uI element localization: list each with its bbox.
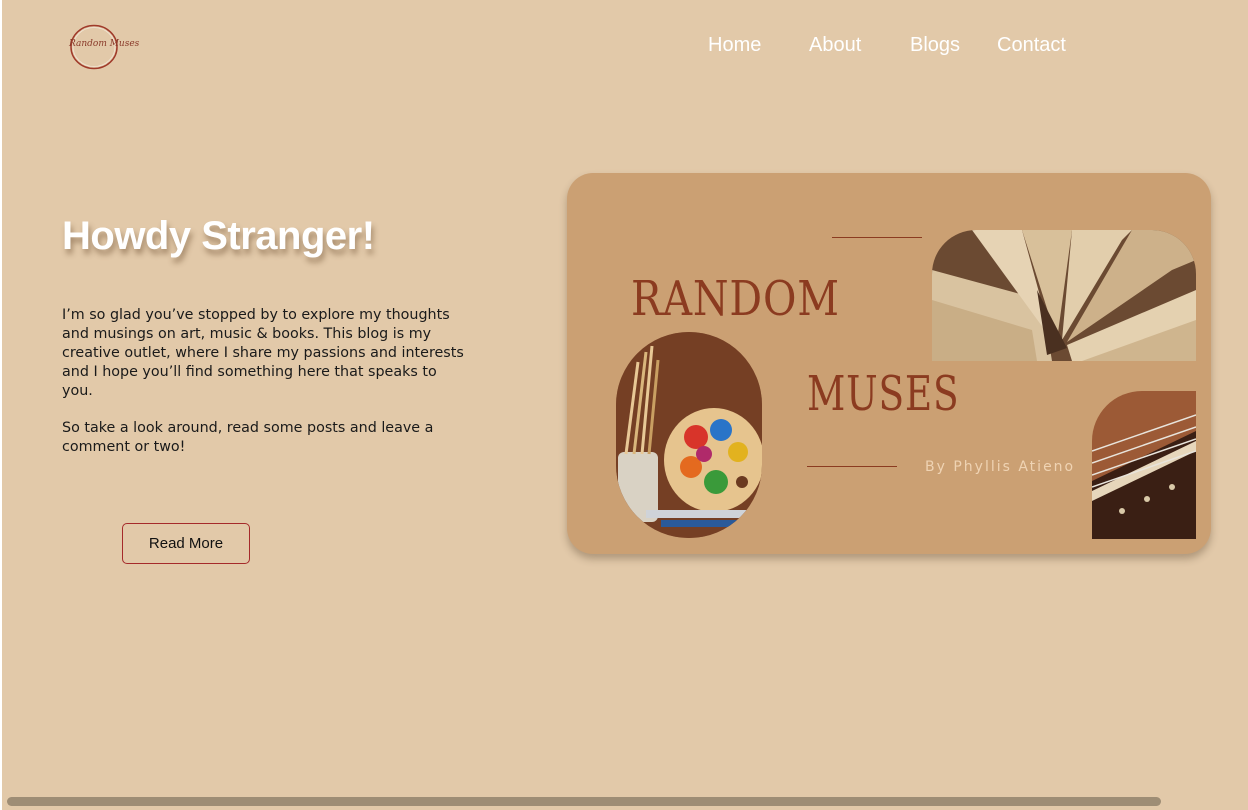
nav-about[interactable]: About (809, 34, 861, 57)
books-photo (932, 230, 1196, 361)
hero-title: Howdy Stranger! (62, 214, 375, 258)
banner-word-random: RANDOM (631, 271, 840, 327)
hero-cta-paragraph: So take a look around, read some posts a… (62, 420, 434, 455)
read-more-button[interactable]: Read More (122, 523, 250, 564)
nav-contact[interactable]: Contact (997, 34, 1066, 57)
hero-banner: RANDOM MUSES By Phyllis Atieno (567, 173, 1211, 554)
banner-word-muses: MUSES (807, 366, 960, 422)
nav-home[interactable]: Home (708, 34, 761, 57)
banner-divider-bottom (807, 466, 897, 467)
logo-text: Random Muses (69, 39, 140, 49)
nav-blogs[interactable]: Blogs (910, 34, 960, 57)
banner-divider-top (832, 237, 922, 238)
site-logo[interactable]: Random Muses (69, 24, 140, 70)
page-edge (0, 0, 2, 810)
horizontal-scrollbar[interactable] (7, 797, 1161, 806)
banner-byline: By Phyllis Atieno (925, 459, 1076, 475)
hero-intro-paragraph: I’m so glad you’ve stopped by to explore… (62, 307, 464, 399)
art-palette-photo (616, 332, 762, 538)
guitar-bridge-photo (1092, 391, 1196, 539)
